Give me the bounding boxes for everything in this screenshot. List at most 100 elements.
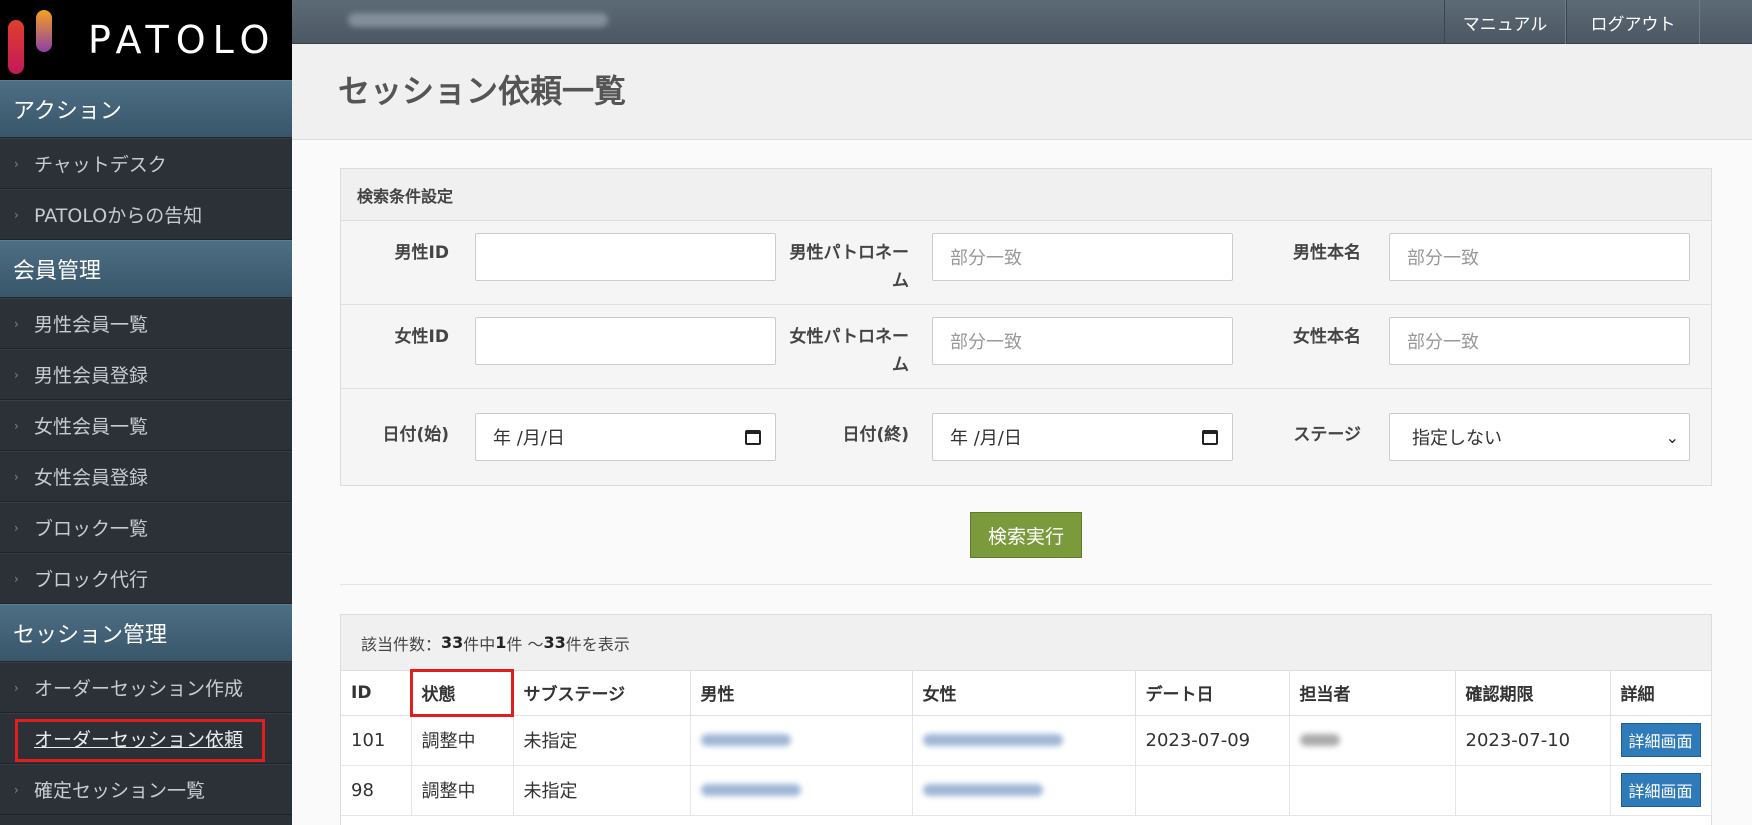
- redacted-male-name[interactable]: [700, 733, 791, 746]
- nav-section-members: 会員管理: [0, 240, 292, 298]
- cell-female[interactable]: [912, 715, 1136, 766]
- cell-female[interactable]: [912, 765, 1136, 816]
- female-id-label: 女性ID: [394, 327, 449, 347]
- logout-button[interactable]: ログアウト: [1566, 0, 1700, 44]
- male-real-name-input[interactable]: 部分一致: [1389, 233, 1690, 281]
- count-total: 33: [441, 633, 464, 652]
- search-submit-button[interactable]: 検索実行: [970, 512, 1082, 558]
- sidebar-item-male-register[interactable]: › 男性会員登録: [0, 349, 292, 400]
- table-header-row: ID 状態 サブステージ 男性 女性 デート日 担当者 確認期限 詳細: [341, 669, 1712, 717]
- highlight-box: [409, 669, 514, 717]
- account-info-redacted: [348, 13, 608, 27]
- redacted-male-name[interactable]: [700, 783, 801, 796]
- highlight-box: [15, 719, 265, 762]
- page-header: セッション依頼一覧: [292, 44, 1752, 140]
- cell-male[interactable]: [690, 715, 913, 766]
- cell-detail: 詳細画面: [1610, 715, 1712, 766]
- col-header-substage[interactable]: サブステージ: [513, 671, 691, 716]
- chevron-right-icon: ›: [14, 520, 19, 535]
- cell-deadline: [1455, 765, 1611, 816]
- main-content: 検索条件設定 男性ID 男性パトロネーム 部分一致 男性本名 部分一致 女性ID…: [292, 140, 1752, 825]
- detail-button[interactable]: 詳細画面: [1620, 773, 1701, 807]
- col-header-female[interactable]: 女性: [912, 671, 1136, 716]
- col-header-male[interactable]: 男性: [690, 671, 913, 716]
- date-end-input[interactable]: 年 /月/日: [932, 413, 1233, 461]
- count-suffix: 件を表示: [565, 634, 630, 654]
- date-end-value: 年 /月/日: [950, 428, 1022, 449]
- stage-select[interactable]: 指定しない ⌄: [1389, 413, 1690, 461]
- sidebar-item-confirmed-sessions[interactable]: › 確定セッション一覧: [0, 764, 292, 815]
- chevron-right-icon: ›: [14, 156, 19, 171]
- manual-button[interactable]: マニュアル: [1444, 0, 1566, 44]
- search-row-date: 日付(始) 年 /月/日 日付(終) 年 /月/日 ステージ 指定しない ⌄: [341, 389, 1711, 485]
- date-start-value: 年 /月/日: [493, 428, 565, 449]
- search-panel-title: 検索条件設定: [341, 169, 1711, 221]
- male-id-input[interactable]: [475, 233, 776, 281]
- stage-label: ステージ: [1293, 425, 1361, 445]
- nav-section-sessions: セッション管理: [0, 604, 292, 662]
- detail-button[interactable]: 詳細画面: [1620, 723, 1701, 757]
- redacted-staff: [1299, 733, 1340, 746]
- table-row: 101 調整中 未指定 2023-07-09 2023-07-10 詳細画面: [341, 715, 1712, 766]
- cell-male[interactable]: [690, 765, 913, 816]
- col-header-detail: 詳細: [1610, 671, 1712, 716]
- calendar-icon[interactable]: [745, 429, 761, 445]
- male-id-label: 男性ID: [394, 243, 449, 263]
- chevron-right-icon: ›: [14, 469, 19, 484]
- sidebar-item-female-register[interactable]: › 女性会員登録: [0, 451, 292, 502]
- results-table: ID 状態 サブステージ 男性 女性 デート日 担当者 確認期限 詳細 101 …: [341, 669, 1712, 816]
- date-start-input[interactable]: 年 /月/日: [475, 413, 776, 461]
- col-header-staff[interactable]: 担当者: [1289, 671, 1456, 716]
- logo[interactable]: PATOLO: [0, 0, 292, 80]
- col-header-date[interactable]: デート日: [1135, 671, 1290, 716]
- sidebar-item-block-proxy[interactable]: › ブロック代行: [0, 553, 292, 604]
- male-patron-input[interactable]: 部分一致: [932, 233, 1233, 281]
- topbar: マニュアル ログアウト: [292, 0, 1752, 44]
- sidebar-item-male-list[interactable]: › 男性会員一覧: [0, 298, 292, 349]
- result-count: 該当件数： 33 件中 1件 〜 33 件を表示: [341, 615, 1711, 671]
- sidebar-item-order-session-request[interactable]: › オーダーセッション依頼: [0, 713, 292, 764]
- chevron-right-icon: ›: [14, 680, 19, 695]
- female-real-name-label: 女性本名: [1293, 327, 1361, 347]
- cell-date: 2023-07-09: [1135, 715, 1290, 766]
- chevron-right-icon: ›: [14, 571, 19, 586]
- sidebar-item-order-session-create[interactable]: › オーダーセッション作成: [0, 662, 292, 713]
- chevron-right-icon: ›: [14, 367, 19, 382]
- female-real-name-input[interactable]: 部分一致: [1389, 317, 1690, 365]
- logo-text: PATOLO: [88, 18, 277, 62]
- table-row: 98 調整中 未指定 詳細画面: [341, 765, 1712, 816]
- count-mid1: 件中: [463, 634, 496, 654]
- date-end-label: 日付(終): [842, 425, 909, 445]
- count-prefix: 該当件数：: [361, 634, 442, 654]
- date-start-label: 日付(始): [382, 425, 449, 445]
- cell-substage: 未指定: [513, 765, 691, 816]
- redacted-female-name[interactable]: [922, 733, 1063, 746]
- female-patron-label: 女性パトロネーム: [789, 327, 909, 375]
- chevron-right-icon: ›: [14, 207, 19, 222]
- sidebar-item-female-list[interactable]: › 女性会員一覧: [0, 400, 292, 451]
- redacted-female-name[interactable]: [922, 783, 1043, 796]
- col-header-deadline[interactable]: 確認期限: [1455, 671, 1611, 716]
- cell-deadline: 2023-07-10: [1455, 715, 1611, 766]
- nav-section-action: アクション: [0, 80, 292, 138]
- search-panel: 検索条件設定 男性ID 男性パトロネーム 部分一致 男性本名 部分一致 女性ID…: [340, 168, 1712, 486]
- sidebar-item-notices[interactable]: › PATOLOからの告知: [0, 189, 292, 240]
- count-to: 33: [543, 633, 566, 652]
- col-header-status[interactable]: 状態: [409, 669, 514, 717]
- female-id-input[interactable]: [475, 317, 776, 365]
- chevron-right-icon: ›: [14, 418, 19, 433]
- sidebar-item-chat-desk[interactable]: › チャットデスク: [0, 138, 292, 189]
- col-header-id[interactable]: ID: [341, 671, 412, 716]
- cell-detail: 詳細画面: [1610, 765, 1712, 816]
- cell-substage: 未指定: [513, 715, 691, 766]
- female-patron-input[interactable]: 部分一致: [932, 317, 1233, 365]
- cell-id: 101: [341, 715, 412, 766]
- results-panel: 該当件数： 33 件中 1件 〜 33 件を表示 ID 状態 サブステージ 男性 女性…: [340, 614, 1712, 825]
- sidebar-item-block-list[interactable]: › ブロック一覧: [0, 502, 292, 553]
- cell-status: 調整中: [411, 715, 514, 766]
- cell-staff: [1289, 715, 1456, 766]
- cell-id: 98: [341, 765, 412, 816]
- male-patron-label: 男性パトロネーム: [789, 243, 909, 291]
- chevron-right-icon: ›: [14, 316, 19, 331]
- sidebar: PATOLO アクション › チャットデスク › PATOLOからの告知 会員管理 …: [0, 0, 292, 825]
